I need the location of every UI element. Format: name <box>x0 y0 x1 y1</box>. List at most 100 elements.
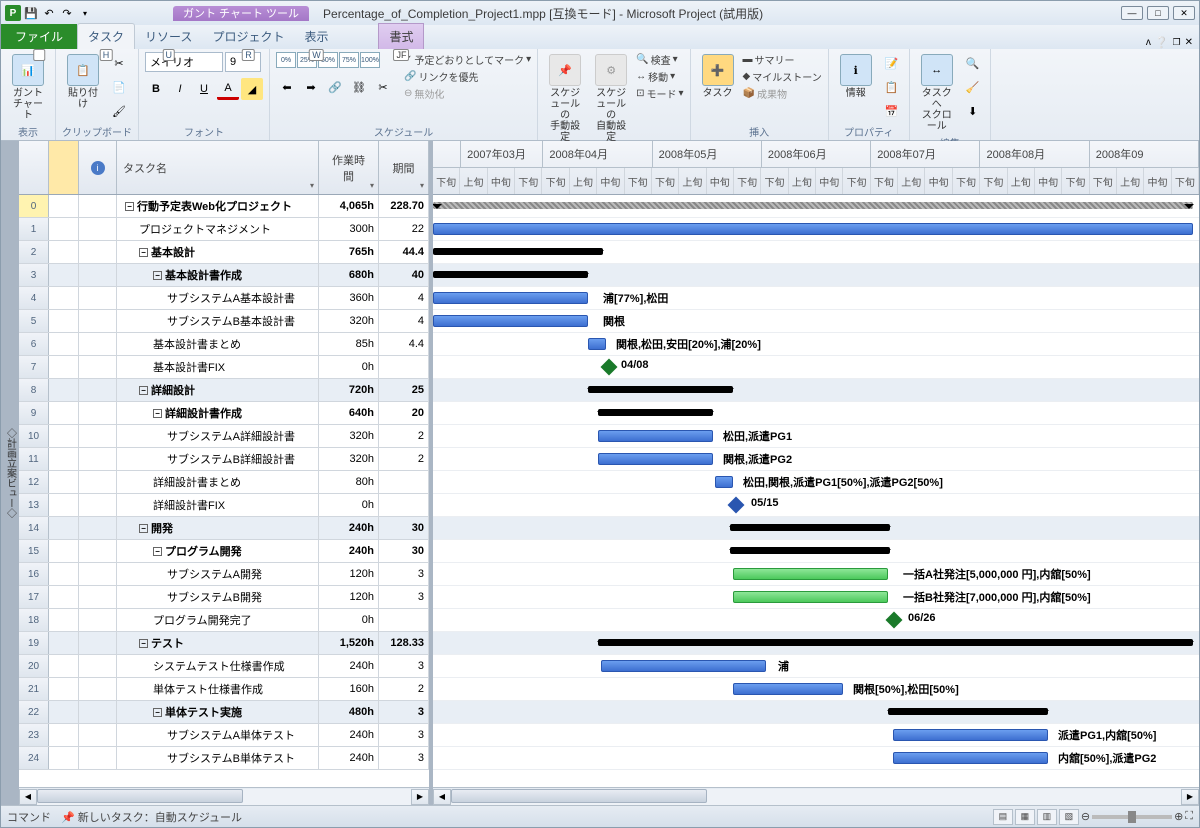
task-name-cell[interactable]: −詳細設計書作成 <box>117 402 319 424</box>
gantt-row[interactable]: 浦[77%],松田 <box>433 287 1199 310</box>
gantt-row[interactable]: 関根[50%],松田[50%] <box>433 678 1199 701</box>
task-name-cell[interactable]: サブシステムA開発 <box>117 563 319 585</box>
outline-toggle-icon[interactable]: − <box>153 547 162 556</box>
font-color-button[interactable]: A <box>217 78 239 100</box>
zoom-out-button[interactable]: ⊖ <box>1081 810 1090 823</box>
work-cell[interactable]: 120h <box>319 563 379 585</box>
gantt-row[interactable]: 松田,派遣PG1 <box>433 425 1199 448</box>
outline-toggle-icon[interactable]: − <box>139 524 148 533</box>
mark-on-track-button[interactable]: ✓ 予定どおりとしてマーク ▾ <box>404 52 531 67</box>
indent-button[interactable]: ➡ <box>300 76 322 98</box>
duration-cell[interactable]: 22 <box>379 218 429 240</box>
tab-project[interactable]: プロジェクトR <box>202 24 294 49</box>
row-header[interactable]: 24 <box>19 747 49 769</box>
table-row[interactable]: 19−テスト1,520h128.33 <box>19 632 429 655</box>
information-button[interactable]: ℹ 情報 <box>835 52 877 101</box>
task-name-cell[interactable]: 基本設計書まとめ <box>117 333 319 355</box>
duration-cell[interactable]: 30 <box>379 540 429 562</box>
tab-file[interactable]: ファイルF <box>1 24 77 49</box>
task-name-cell[interactable]: サブシステムA単体テスト <box>117 724 319 746</box>
gantt-bar[interactable] <box>598 639 1193 646</box>
status-new-task[interactable]: 📌 新しいタスク：自動スケジュール <box>61 809 242 825</box>
table-row[interactable]: 22−単体テスト実施480h3 <box>19 701 429 724</box>
table-row[interactable]: 20システムテスト仕様書作成240h3 <box>19 655 429 678</box>
duration-cell[interactable]: 40 <box>379 264 429 286</box>
project-summary-bar[interactable] <box>433 202 1193 209</box>
gantt-row[interactable]: 06/26 <box>433 609 1199 632</box>
row-header[interactable]: 15 <box>19 540 49 562</box>
task-name-cell[interactable]: サブシステムB詳細設計書 <box>117 448 319 470</box>
gantt-bar[interactable] <box>893 729 1048 741</box>
gantt-row[interactable] <box>433 701 1199 724</box>
table-row[interactable]: 1プロジェクトマネジメント300h22 <box>19 218 429 241</box>
gantt-bar[interactable] <box>888 708 1048 715</box>
duration-cell[interactable]: 3 <box>379 655 429 677</box>
gantt-row[interactable]: 05/15 <box>433 494 1199 517</box>
milestone-marker[interactable] <box>886 612 903 629</box>
gantt-row[interactable] <box>433 195 1199 218</box>
zoom-in-button[interactable]: ⊕ <box>1174 810 1183 823</box>
table-scroll-left[interactable]: ◀ <box>19 789 37 805</box>
task-name-cell[interactable]: サブシステムB単体テスト <box>117 747 319 769</box>
row-header[interactable]: 5 <box>19 310 49 332</box>
work-cell[interactable]: 765h <box>319 241 379 263</box>
row-header[interactable]: 18 <box>19 609 49 631</box>
duration-cell[interactable]: 2 <box>379 425 429 447</box>
work-cell[interactable]: 480h <box>319 701 379 723</box>
row-header[interactable]: 7 <box>19 356 49 378</box>
task-name-cell[interactable]: システムテスト仕様書作成 <box>117 655 319 677</box>
qat-redo-icon[interactable]: ↷ <box>59 5 75 21</box>
gantt-bar[interactable] <box>588 386 733 393</box>
inspect-button[interactable]: 🔍 検査 ▾ <box>636 52 683 67</box>
work-cell[interactable]: 4,065h <box>319 195 379 217</box>
outline-toggle-icon[interactable]: − <box>153 708 162 717</box>
gantt-row[interactable] <box>433 241 1199 264</box>
work-cell[interactable]: 80h <box>319 471 379 493</box>
find-button[interactable]: 🔍 <box>962 52 984 74</box>
task-name-cell[interactable]: サブシステムA詳細設計書 <box>117 425 319 447</box>
details-button[interactable]: 📋 <box>881 76 903 98</box>
duration-cell[interactable] <box>379 609 429 631</box>
help-icon[interactable]: ❔ <box>1155 36 1169 49</box>
task-name-cell[interactable]: サブシステムB基本設計書 <box>117 310 319 332</box>
duration-cell[interactable]: 4.4 <box>379 333 429 355</box>
gantt-bar[interactable] <box>433 223 1193 235</box>
table-row[interactable]: 17サブシステムB開発120h3 <box>19 586 429 609</box>
task-name-cell[interactable]: −基本設計書作成 <box>117 264 319 286</box>
qat-save-icon[interactable]: 💾 <box>23 5 39 21</box>
gantt-row[interactable]: 関根,松田,安田[20%],浦[20%] <box>433 333 1199 356</box>
gantt-row[interactable]: 内舘[50%],派遣PG2 <box>433 747 1199 770</box>
mode-button[interactable]: ⊡ モード ▾ <box>636 86 683 101</box>
work-cell[interactable]: 160h <box>319 678 379 700</box>
insert-task-button[interactable]: ➕ タスク <box>697 52 739 101</box>
row-header[interactable]: 1 <box>19 218 49 240</box>
row-header[interactable]: 10 <box>19 425 49 447</box>
table-row[interactable]: 5サブシステムB基本設計書320h4 <box>19 310 429 333</box>
task-name-cell[interactable]: サブシステムA基本設計書 <box>117 287 319 309</box>
respect-links-button[interactable]: 🔗 リンクを優先 <box>404 69 531 84</box>
table-row[interactable]: 9−詳細設計書作成640h20 <box>19 402 429 425</box>
gantt-row[interactable]: 04/08 <box>433 356 1199 379</box>
task-name-cell[interactable]: 詳細設計書まとめ <box>117 471 319 493</box>
gantt-row[interactable] <box>433 632 1199 655</box>
scroll-to-task-button[interactable]: ↔ タスクへ スクロール <box>916 52 958 134</box>
unlink-tasks-button[interactable]: ⛓ <box>348 76 370 98</box>
work-cell[interactable]: 0h <box>319 494 379 516</box>
table-row[interactable]: 21単体テスト仕様書作成160h2 <box>19 678 429 701</box>
task-name-cell[interactable]: −プログラム開発 <box>117 540 319 562</box>
minimize-button[interactable]: — <box>1121 6 1143 20</box>
gantt-bar[interactable] <box>598 453 713 465</box>
duration-cell[interactable]: 3 <box>379 563 429 585</box>
outline-toggle-icon[interactable]: − <box>139 248 148 257</box>
work-cell[interactable]: 120h <box>319 586 379 608</box>
split-task-button[interactable]: ✂ <box>372 76 394 98</box>
task-name-cell[interactable]: サブシステムB開発 <box>117 586 319 608</box>
duration-cell[interactable]: 3 <box>379 586 429 608</box>
table-row[interactable]: 11サブシステムB詳細設計書320h2 <box>19 448 429 471</box>
row-header[interactable]: 3 <box>19 264 49 286</box>
gantt-bar[interactable] <box>715 476 733 488</box>
gantt-scroll-right[interactable]: ▶ <box>1181 789 1199 805</box>
gantt-chart-button[interactable]: 📊 ガント チャート <box>7 52 49 123</box>
info-column-header[interactable]: i <box>79 141 117 194</box>
row-header[interactable]: 23 <box>19 724 49 746</box>
